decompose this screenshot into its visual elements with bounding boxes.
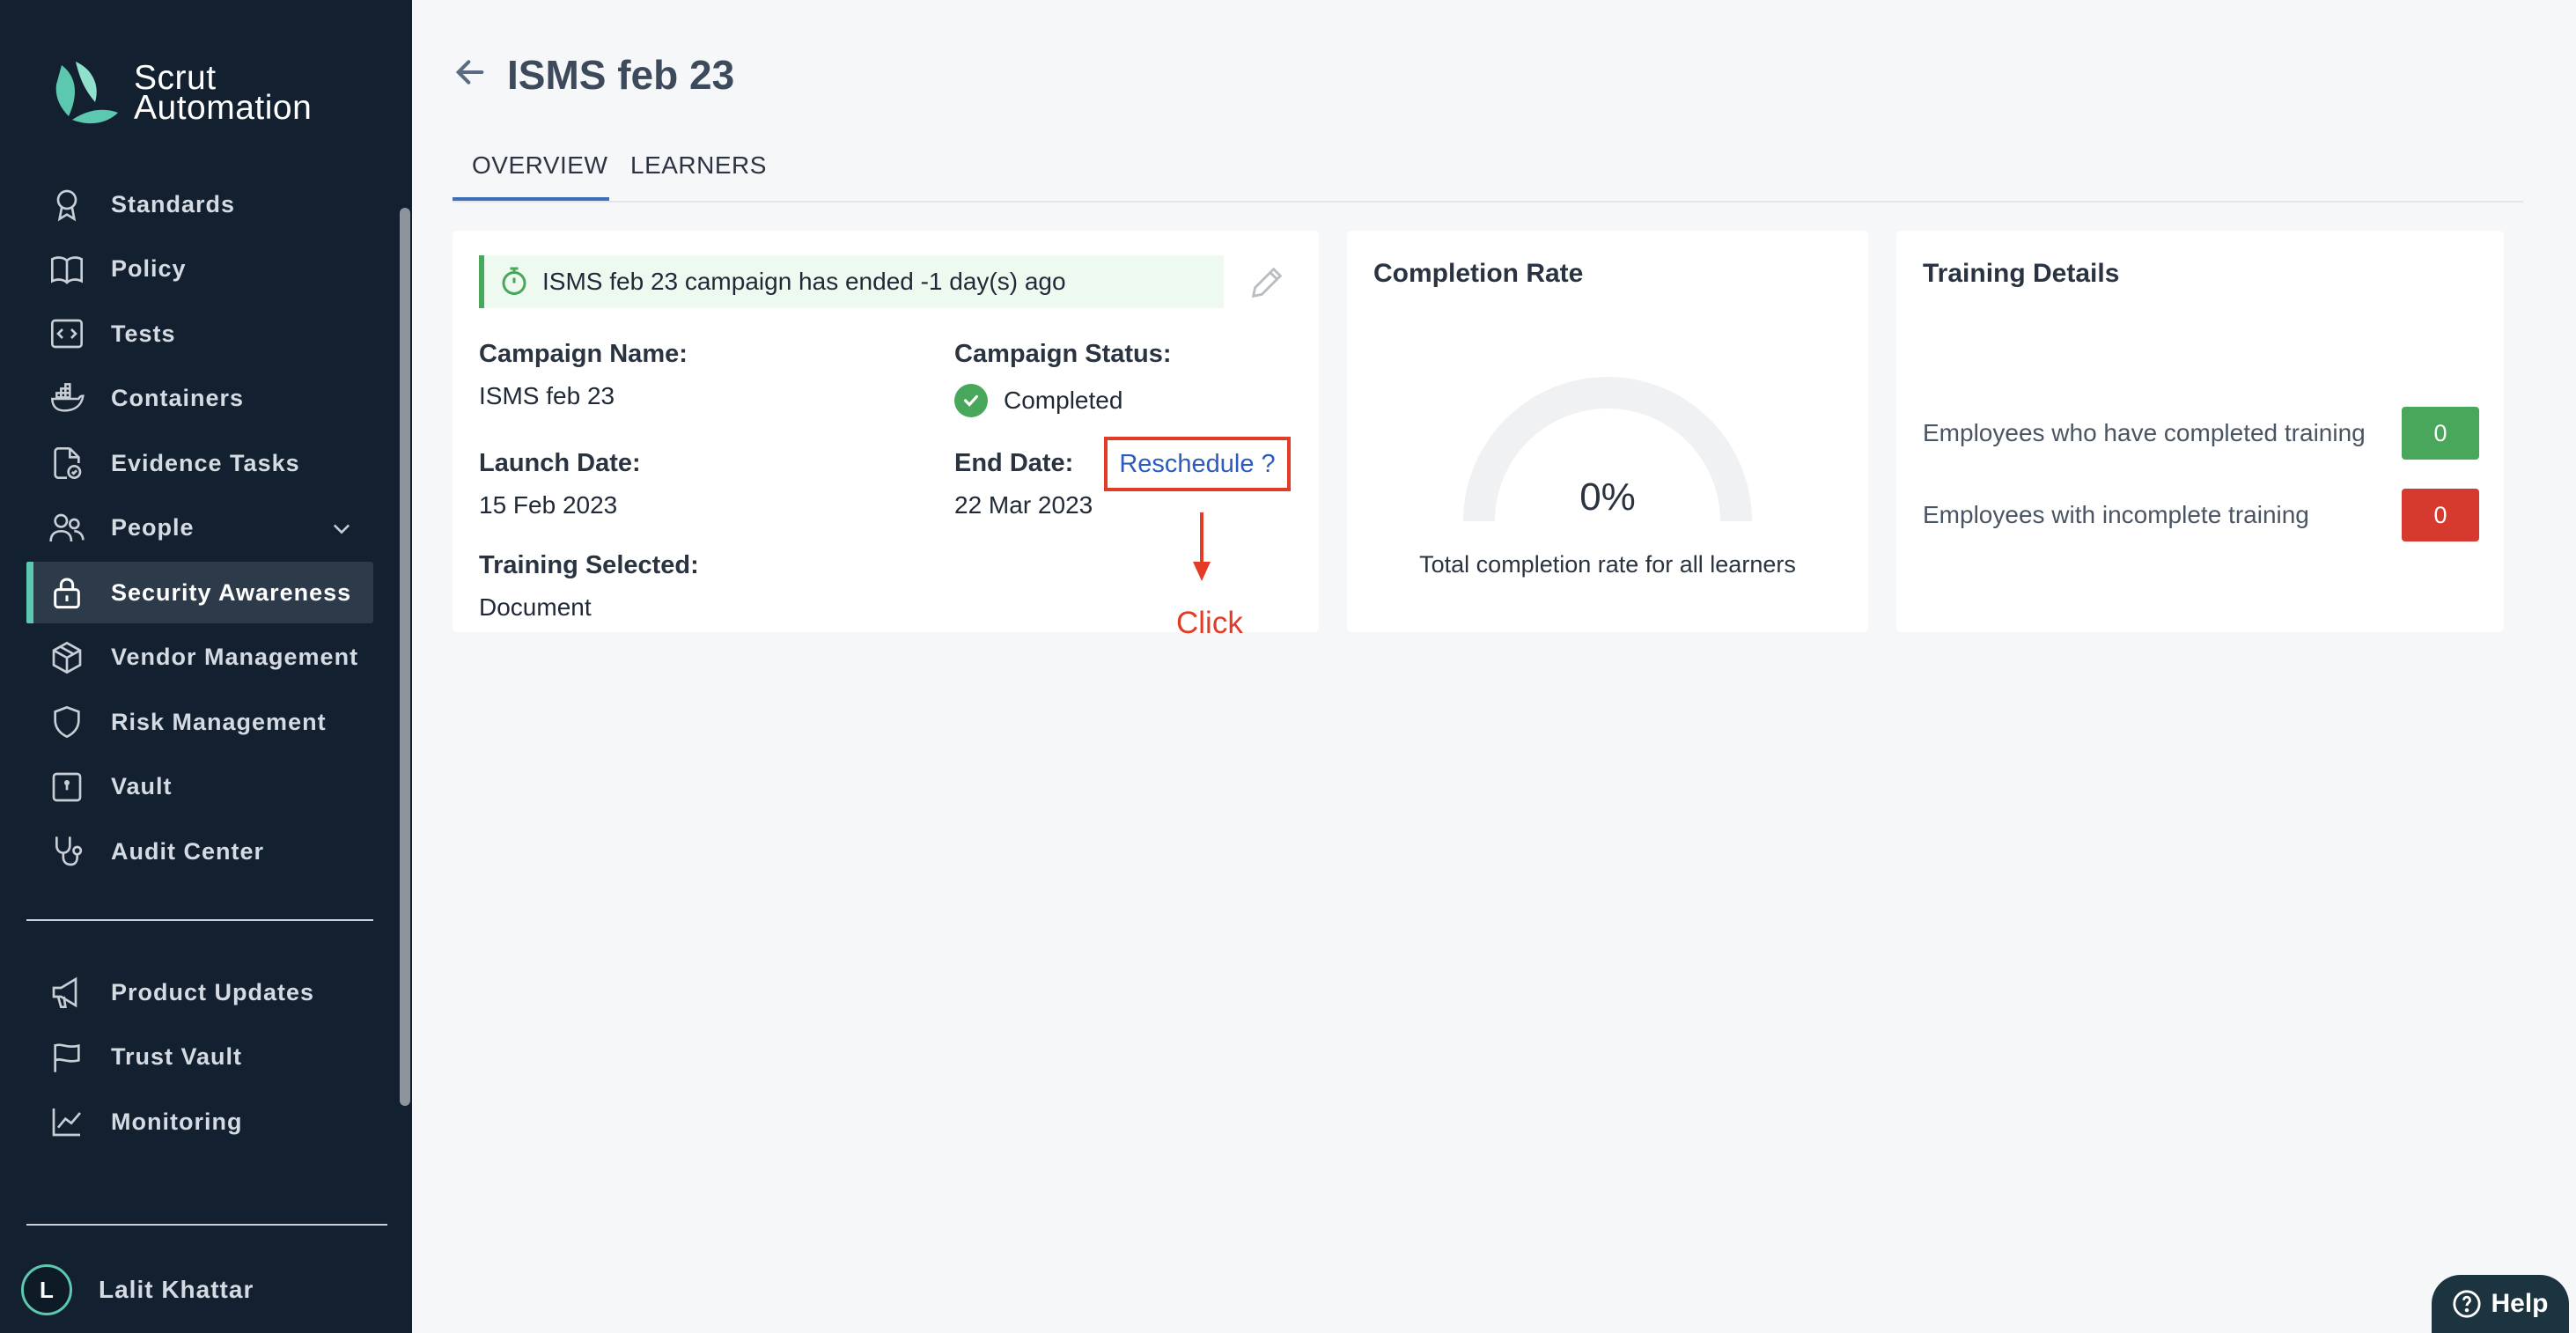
- completion-rate-card: Completion Rate 0% Total completion rate…: [1347, 231, 1868, 632]
- sidebar-item-policy[interactable]: Policy: [26, 239, 373, 300]
- campaign-ended-banner: ISMS feb 23 campaign has ended -1 day(s)…: [479, 255, 1224, 308]
- end-date-value: 22 Mar 2023: [954, 491, 1093, 519]
- logo-text-line2: Automation: [134, 89, 313, 127]
- campaign-status: Completed: [954, 384, 1122, 417]
- docker-icon: [51, 382, 85, 412]
- completion-rate-title: Completion Rate: [1373, 259, 1584, 288]
- logo[interactable]: Scrut Automation: [49, 58, 312, 129]
- incomplete-training-row: Employees with incomplete training 0: [1923, 489, 2479, 541]
- timer-icon: [502, 267, 526, 295]
- sidebar-divider: [26, 1224, 387, 1226]
- help-label: Help: [2491, 1289, 2549, 1318]
- sidebar-item-evidence-tasks[interactable]: Evidence Tasks: [26, 432, 373, 494]
- sidebar-item-label: Evidence Tasks: [111, 449, 300, 476]
- code-icon: [51, 319, 83, 349]
- campaign-info-card: ISMS feb 23 campaign has ended -1 day(s)…: [453, 231, 1319, 640]
- campaign-status-value: Completed: [1004, 387, 1123, 414]
- flag-icon: [54, 1042, 80, 1072]
- completed-training-count[interactable]: 0: [2402, 407, 2479, 460]
- sidebar-divider: [26, 919, 373, 921]
- incomplete-training-label: Employees with incomplete training: [1923, 501, 2309, 528]
- scrut-logo-icon: [55, 62, 118, 124]
- box-icon: [52, 641, 82, 674]
- sidebar-item-trust-vault[interactable]: Trust Vault: [26, 1027, 373, 1088]
- annotation-click-label: Click: [1176, 606, 1243, 640]
- training-details-card: Training Details Employees who have comp…: [1896, 231, 2504, 632]
- sidebar-nav: Standards Policy Tests Containers Eviden…: [26, 173, 373, 886]
- launch-date-value: 15 Feb 2023: [479, 491, 618, 519]
- sidebar-item-label: Policy: [111, 255, 187, 282]
- annotation-arrow-icon: [1193, 512, 1211, 581]
- user-name: Lalit Khattar: [99, 1276, 254, 1303]
- sidebar-item-label: Trust Vault: [111, 1043, 243, 1070]
- completion-rate-value: 0%: [1579, 475, 1636, 519]
- reschedule-link[interactable]: Reschedule ?: [1104, 437, 1291, 491]
- sidebar-item-vendor-management[interactable]: Vendor Management: [26, 627, 373, 689]
- chevron-down-icon[interactable]: [329, 516, 354, 541]
- user-profile[interactable]: L Lalit Khattar: [21, 1264, 254, 1315]
- sidebar-item-label: People: [111, 514, 195, 541]
- vault-icon: [52, 772, 82, 801]
- shield-icon: [54, 705, 80, 739]
- sidebar-secondary-nav: Product Updates Trust Vault Monitoring: [26, 961, 373, 1156]
- sidebar-item-label: Risk Management: [111, 708, 327, 735]
- megaphone-icon: [52, 976, 77, 1008]
- training-selected-value: Document: [479, 593, 592, 621]
- tab-overview[interactable]: OVERVIEW: [472, 151, 607, 180]
- edit-pencil-icon[interactable]: [1247, 262, 1287, 303]
- end-date-label: End Date:: [954, 449, 1074, 477]
- tab-bar: OVERVIEW LEARNERS: [453, 143, 2523, 203]
- completed-training-row: Employees who have completed training 0: [1923, 407, 2479, 460]
- check-circle-icon: [963, 394, 979, 407]
- back-arrow-icon[interactable]: [453, 55, 488, 90]
- sidebar-item-security-awareness[interactable]: Security Awareness: [26, 562, 373, 623]
- help-circle-icon: [2453, 1290, 2482, 1318]
- users-icon: [49, 513, 85, 541]
- avatar: L: [21, 1264, 72, 1315]
- incomplete-training-count[interactable]: 0: [2402, 489, 2479, 541]
- campaign-name-label: Campaign Name:: [479, 340, 688, 368]
- sidebar-item-label: Monitoring: [111, 1108, 243, 1135]
- campaign-status-label: Campaign Status:: [954, 340, 1172, 368]
- training-details-title: Training Details: [1923, 259, 2120, 288]
- campaign-name-value: ISMS feb 23: [479, 382, 615, 409]
- training-selected-label: Training Selected:: [479, 551, 699, 579]
- chart-line-icon: [52, 1108, 82, 1137]
- sidebar-item-label: Vault: [111, 773, 173, 799]
- page-title: ISMS feb 23: [507, 52, 735, 98]
- completion-rate-caption: Total completion rate for all learners: [1419, 551, 1796, 578]
- sidebar: Scrut Automation Standards Policy Tests …: [0, 0, 412, 1333]
- sidebar-item-containers[interactable]: Containers: [26, 368, 373, 430]
- stethoscope-icon: [55, 836, 83, 866]
- file-check-icon: [54, 447, 82, 479]
- sidebar-item-label: Audit Center: [111, 837, 264, 865]
- award-icon: [56, 189, 77, 222]
- sidebar-item-tests[interactable]: Tests: [26, 303, 373, 365]
- sidebar-item-label: Tests: [111, 320, 176, 347]
- sidebar-item-label: Containers: [111, 385, 245, 411]
- banner-text: ISMS feb 23 campaign has ended -1 day(s)…: [542, 268, 1066, 295]
- sidebar-item-label: Standards: [111, 190, 236, 217]
- sidebar-item-label: Product Updates: [111, 978, 315, 1005]
- sidebar-item-label: Vendor Management: [111, 644, 359, 670]
- active-tab-indicator: [453, 197, 609, 201]
- lock-icon: [54, 578, 80, 609]
- sidebar-item-label: Security Awareness: [111, 578, 352, 606]
- tab-learners[interactable]: LEARNERS: [630, 151, 767, 180]
- sidebar-scrollbar[interactable]: [400, 208, 410, 1106]
- sidebar-item-risk-management[interactable]: Risk Management: [26, 691, 373, 753]
- sidebar-item-standards[interactable]: Standards: [26, 173, 373, 235]
- launch-date-label: Launch Date:: [479, 449, 641, 477]
- sidebar-item-people[interactable]: People: [26, 497, 373, 559]
- sidebar-item-product-updates[interactable]: Product Updates: [26, 961, 373, 1023]
- sidebar-item-vault[interactable]: Vault: [26, 756, 373, 818]
- help-button[interactable]: Help: [2432, 1275, 2569, 1333]
- sidebar-item-audit-center[interactable]: Audit Center: [26, 821, 373, 882]
- completed-training-label: Employees who have completed training: [1923, 419, 2366, 446]
- book-icon: [51, 255, 83, 284]
- sidebar-item-monitoring[interactable]: Monitoring: [26, 1091, 373, 1153]
